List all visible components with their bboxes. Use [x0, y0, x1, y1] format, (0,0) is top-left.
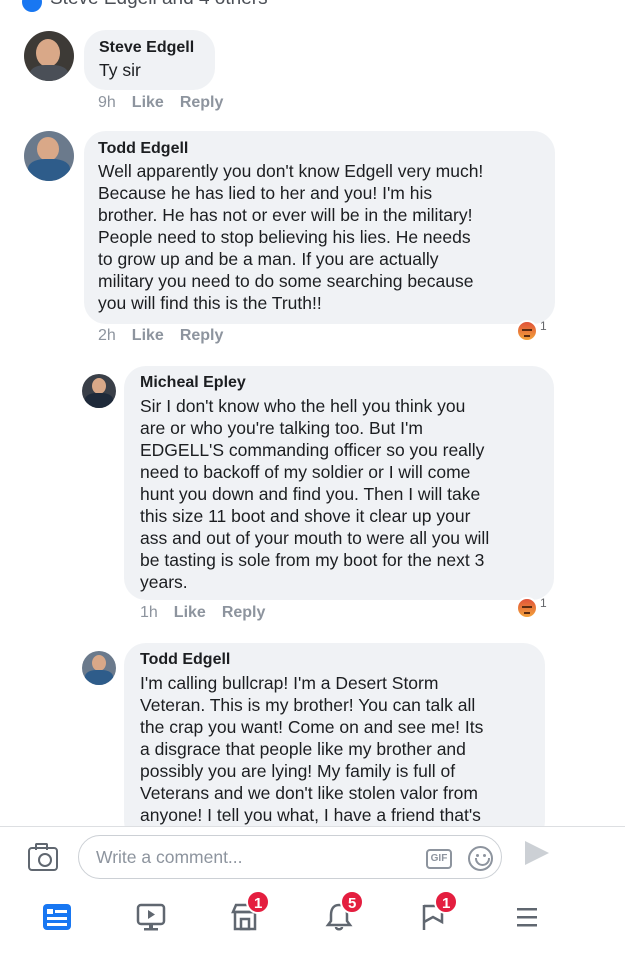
reaction-summary[interactable]: 1	[516, 595, 547, 621]
avatar[interactable]	[82, 374, 116, 408]
notifications-badge: 5	[340, 890, 365, 914]
reaction-count: 1	[540, 319, 547, 333]
bottom-tab-bar: 1 5 1	[0, 884, 625, 959]
avatar[interactable]	[24, 31, 74, 81]
tab-news-feed[interactable]	[38, 898, 78, 938]
send-icon[interactable]	[525, 841, 549, 865]
reaction-count: 1	[540, 596, 547, 610]
comment-composer: Write a comment... GIF	[0, 826, 625, 884]
tab-marketplace[interactable]: 1	[226, 890, 271, 938]
comment-actions: 1h Like Reply	[140, 604, 265, 622]
news-feed-icon	[43, 904, 71, 930]
reply-button[interactable]: Reply	[222, 604, 266, 621]
reactors-header[interactable]: Steve Edgell and 4 others	[0, 0, 625, 18]
tab-watch[interactable]	[132, 898, 172, 938]
comment-actions: 2h Like Reply	[98, 327, 223, 345]
reply-button[interactable]: Reply	[180, 327, 224, 344]
reactors-text: Steve Edgell and 4 others	[50, 0, 268, 10]
avatar[interactable]	[24, 131, 74, 181]
comment-time: 1h	[140, 604, 158, 621]
watch-icon	[136, 903, 166, 931]
comment-text: Sir I don't know who the hell you think …	[140, 396, 490, 592]
comment-author[interactable]: Todd Edgell	[98, 140, 188, 158]
comment-text: Well apparently you don't know Edgell ve…	[98, 161, 484, 313]
comment-placeholder: Write a comment...	[96, 847, 243, 867]
comment-actions: 9h Like Reply	[98, 94, 223, 112]
avatar[interactable]	[82, 651, 116, 685]
gif-button[interactable]: GIF	[426, 849, 452, 869]
flag-badge: 1	[434, 890, 459, 914]
comment-input[interactable]: Write a comment... GIF	[78, 835, 502, 879]
like-icon	[22, 0, 42, 12]
menu-icon	[517, 908, 537, 927]
comment-author[interactable]: Todd Edgell	[140, 651, 230, 669]
tab-flag[interactable]: 1	[414, 890, 459, 938]
comment-text: Ty sir	[99, 60, 141, 80]
angry-reaction-icon	[516, 320, 538, 342]
emoji-icon[interactable]	[468, 846, 493, 871]
comment-author[interactable]: Steve Edgell	[99, 39, 194, 57]
marketplace-badge: 1	[246, 890, 271, 914]
comment-time: 2h	[98, 327, 116, 344]
comment-text: I'm calling bullcrap! I'm a Desert Storm…	[140, 673, 484, 825]
reply-button[interactable]: Reply	[180, 94, 224, 111]
camera-icon[interactable]	[28, 843, 58, 871]
like-button[interactable]: Like	[174, 604, 206, 621]
like-button[interactable]: Like	[132, 94, 164, 111]
comment-author[interactable]: Micheal Epley	[140, 374, 246, 392]
like-button[interactable]: Like	[132, 327, 164, 344]
angry-reaction-icon	[516, 597, 538, 619]
comment-time: 9h	[98, 94, 116, 111]
reaction-summary[interactable]: 1	[516, 318, 547, 344]
tab-notifications[interactable]: 5	[320, 890, 365, 938]
tab-menu[interactable]	[508, 898, 548, 938]
